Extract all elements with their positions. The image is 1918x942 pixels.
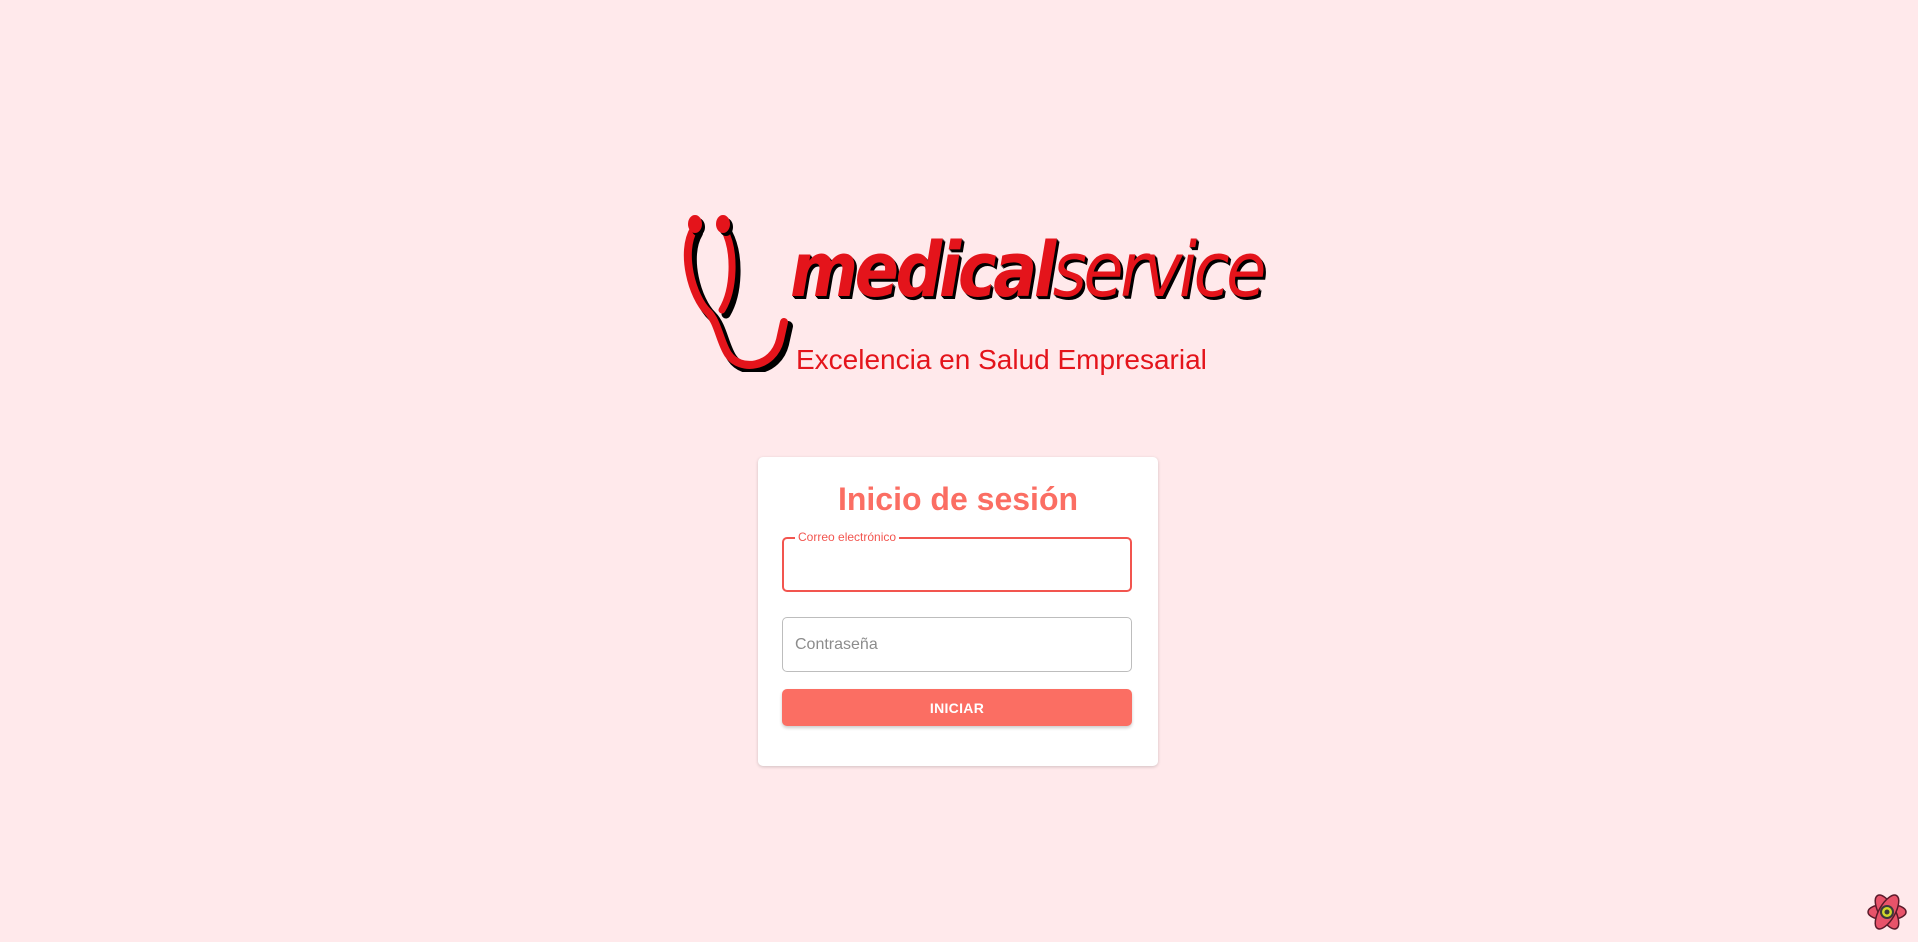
email-input[interactable] bbox=[796, 539, 1116, 590]
password-input[interactable] bbox=[795, 618, 1115, 671]
password-field[interactable] bbox=[782, 617, 1132, 672]
logo-tagline: Excelencia en Salud Empresarial bbox=[796, 344, 1207, 375]
stethoscope-icon bbox=[683, 215, 793, 372]
logo-word-service: service bbox=[1052, 225, 1266, 314]
medicalservice-logo: medicalservice Excelencia en Salud Empre… bbox=[678, 212, 1266, 382]
login-submit-button[interactable]: INICIAR bbox=[782, 689, 1132, 726]
email-field[interactable]: Correo electrónico bbox=[782, 530, 1132, 592]
login-title: Inicio de sesión bbox=[837, 481, 1079, 517]
login-page: medicalservice Excelencia en Salud Empre… bbox=[0, 0, 1918, 942]
logo-wordmark: medicalservice bbox=[790, 232, 1266, 308]
login-card: Inicio de sesión Correo electrónico INIC… bbox=[758, 457, 1158, 766]
atom-icon[interactable] bbox=[1866, 891, 1908, 933]
logo-word-medical: medical bbox=[790, 225, 1056, 314]
